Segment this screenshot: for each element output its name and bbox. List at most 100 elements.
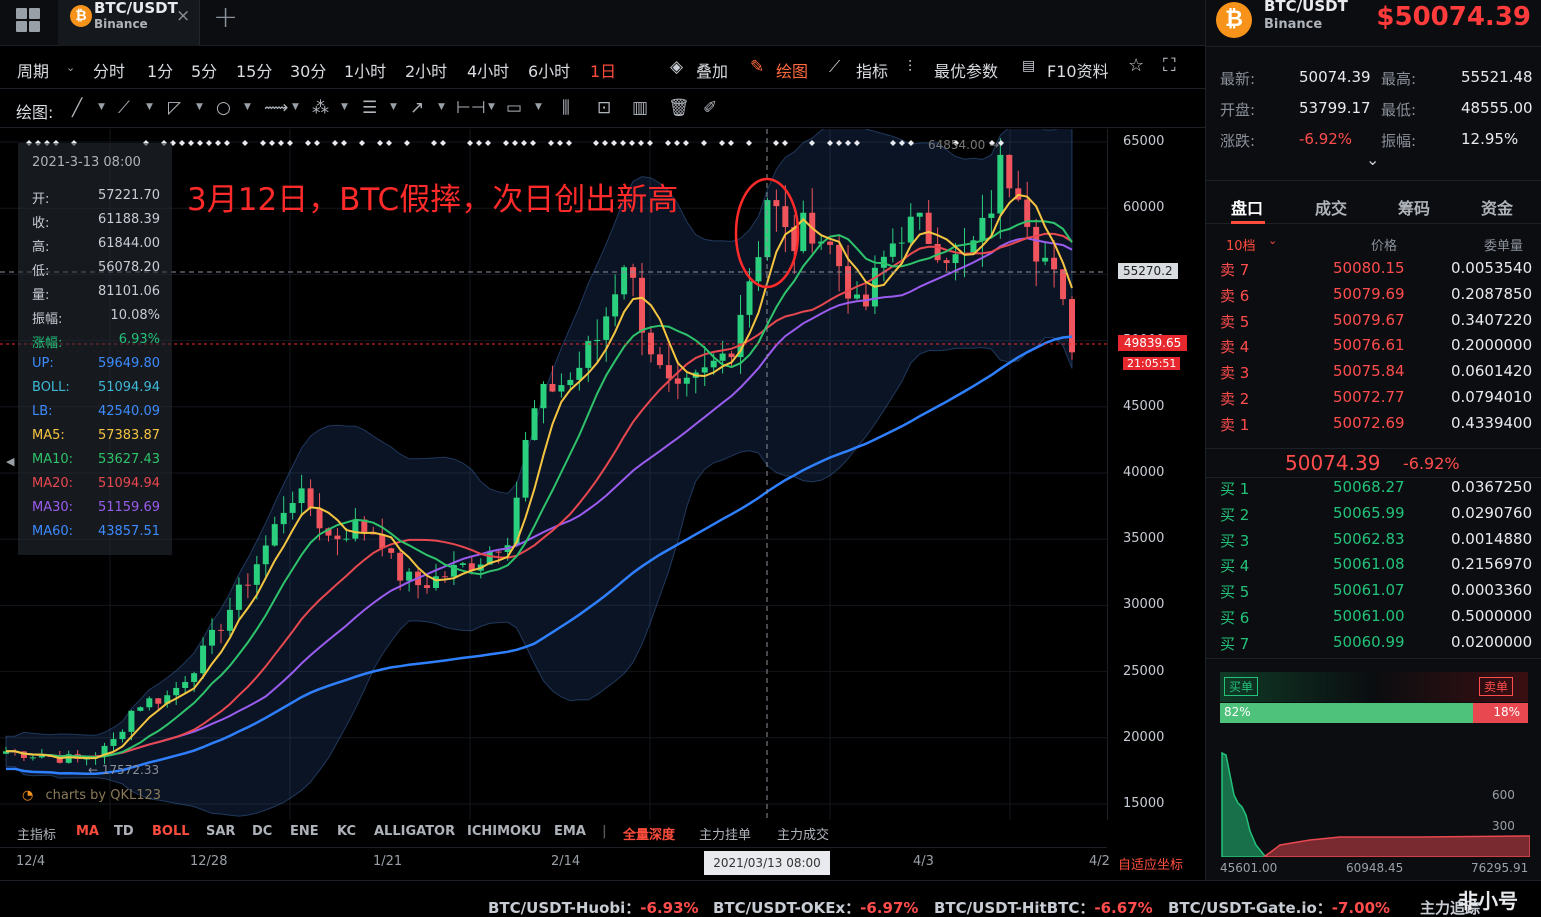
fullscreen-icon[interactable]: ⛶ [1163,55,1176,76]
indicator-5[interactable]: DC [252,824,272,839]
ticker-item[interactable]: BTC/USDT-HitBTC：-6.67% [934,897,1153,917]
auto-scale-button[interactable]: 自适应坐标 [1118,854,1183,873]
chevron-down-icon[interactable]: ⌄ [1366,150,1379,169]
period-5[interactable]: 30分 [290,58,326,82]
bid-row[interactable]: 买 1 50068.27 0.0367250 [1206,478,1541,503]
ask-row[interactable]: 卖 6 50079.69 0.2087850 [1206,285,1541,310]
signal-marker [215,140,221,146]
channel-tool-icon[interactable]: ◸ [168,98,181,118]
chevron-down-icon[interactable]: ▼ [146,102,153,112]
period-1[interactable]: 分时 [93,58,125,82]
price-tick: 60000 [1123,200,1165,216]
chevron-down-icon[interactable]: ▼ [488,102,495,112]
ask-row[interactable]: 卖 7 50080.15 0.0053540 [1206,259,1541,284]
indicator-6[interactable]: ENE [290,824,319,839]
bid-depth-area [1221,751,1269,857]
chevron-down-icon[interactable]: ▼ [390,102,397,112]
tab-trades[interactable]: 成交 [1315,195,1347,219]
lock-icon[interactable]: ⊡ [597,98,611,118]
draw-button[interactable]: 绘图 [776,58,808,82]
chevron-down-icon[interactable]: ⌄ [66,61,75,74]
line-tool-icon[interactable]: ╱ [72,98,82,118]
ticker-item[interactable]: BTC/USDT-OKEx：-6.97% [713,897,918,917]
tab-orderbook[interactable]: 盘口 [1231,195,1263,219]
ask-row[interactable]: 卖 4 50076.61 0.2000000 [1206,336,1541,361]
f10-button[interactable]: F10资料 [1047,58,1109,82]
eraser-icon[interactable]: ✐ [703,98,717,118]
ask-row[interactable]: 卖 1 50072.69 0.4339400 [1206,414,1541,439]
period-6[interactable]: 1小时 [344,58,386,82]
period-8[interactable]: 4小时 [467,58,509,82]
fib-tool-icon[interactable]: ☰ [362,98,377,118]
indicator-1[interactable]: MA [76,824,99,839]
overlay-button[interactable]: 叠加 [696,58,728,82]
indicators-button[interactable]: 指标 [856,58,888,82]
period-7[interactable]: 2小时 [405,58,447,82]
bid-qty: 0.0290760 [1451,503,1533,522]
tab-chips[interactable]: 筹码 [1398,195,1430,219]
chevron-down-icon[interactable]: ⌄ [1268,234,1277,247]
chevron-down-icon[interactable]: ▼ [292,102,299,112]
ticker-item[interactable]: BTC/USDT-Gate.io：-7.00% [1168,897,1390,917]
period-2[interactable]: 1分 [147,58,173,82]
bid-row[interactable]: 买 3 50062.83 0.0014880 [1206,530,1541,555]
indicator-4[interactable]: SAR [206,824,235,839]
tab-funds[interactable]: 资金 [1481,195,1513,219]
bid-row[interactable]: 买 4 50061.08 0.2156970 [1206,555,1541,580]
stat-label: 开盘: [1220,101,1256,119]
period-10[interactable]: 1日 [590,58,616,82]
chevron-down-icon[interactable]: ▼ [341,102,348,112]
depth-select[interactable]: 10档 [1226,235,1256,254]
tab-btc-usdt[interactable]: ₿ BTC/USDT Binance × [58,0,200,46]
indicator-3[interactable]: BOLL [152,824,190,839]
close-icon[interactable]: × [176,6,190,26]
comment-tool-icon[interactable]: ▭ [506,98,522,118]
chevron-down-icon[interactable]: ▼ [535,102,542,112]
date-axis[interactable]: 12/4 12/28 1/21 2/14 2021/03/13 08:00 4/… [0,847,1110,877]
wave-tool-icon[interactable]: ⟿ [264,98,288,118]
candle-body [235,584,242,610]
indicator-10[interactable]: EMA [554,824,586,839]
candle-body [549,383,556,392]
ask-row[interactable]: 卖 2 50072.77 0.0794010 [1206,388,1541,413]
indicator-11[interactable]: 全量深度 [623,824,675,843]
bid-row[interactable]: 买 7 50060.99 0.0200000 [1206,633,1541,658]
magnet-icon[interactable]: ⫼ [562,98,570,118]
add-tab-icon[interactable]: + [213,0,238,35]
arrow-tool-icon[interactable]: ↗ [410,98,424,118]
price-axis[interactable]: 6500060000550005000045000400003500030000… [1107,129,1205,820]
circle-tool-icon[interactable]: ○ [216,98,231,118]
star-icon[interactable]: ☆ [1128,55,1144,76]
bars-icon[interactable]: ▥ [632,98,648,118]
ray-tool-icon[interactable]: ⟋ [118,98,130,118]
bid-row[interactable]: 买 6 50061.00 0.5000000 [1206,607,1541,632]
ask-row[interactable]: 卖 5 50079.67 0.3407220 [1206,311,1541,336]
indicator-9[interactable]: ICHIMOKU [467,824,541,839]
ticker-item[interactable]: BTC/USDT-Huobi：-6.93% [488,897,699,917]
candle-body [110,739,117,746]
indicator-7[interactable]: KC [337,824,356,839]
pattern-tool-icon[interactable]: ⁂ [312,98,329,118]
trash-icon[interactable]: 🗑 [668,98,690,118]
measure-tool-icon[interactable]: ⊢⊣ [456,98,486,118]
chevron-down-icon[interactable]: ▼ [98,102,105,112]
indicator-13[interactable]: 主力成交 [777,824,829,843]
bid-price: 50062.83 [1333,529,1405,548]
period-9[interactable]: 6小时 [528,58,570,82]
bid-row[interactable]: 买 5 50061.07 0.0003360 [1206,581,1541,606]
chevron-down-icon[interactable]: ▼ [438,102,445,112]
apps-grid-icon[interactable] [12,4,42,34]
period-label: 周期 [17,62,50,81]
bid-row[interactable]: 买 2 50065.99 0.0290760 [1206,504,1541,529]
period-3[interactable]: 5分 [191,58,217,82]
collapse-left-icon[interactable]: ◀ [6,455,14,468]
indicator-12[interactable]: 主力挂单 [699,824,751,843]
chevron-down-icon[interactable]: ▼ [196,102,203,112]
period-4[interactable]: 15分 [236,58,272,82]
chevron-down-icon[interactable]: ▼ [244,102,251,112]
ask-row[interactable]: 卖 3 50075.84 0.0601420 [1206,362,1541,387]
candle-body [576,367,583,380]
indicator-2[interactable]: TD [114,824,134,839]
indicator-8[interactable]: ALLIGATOR [374,824,455,839]
best-params-button[interactable]: 最优参数 [934,58,998,82]
